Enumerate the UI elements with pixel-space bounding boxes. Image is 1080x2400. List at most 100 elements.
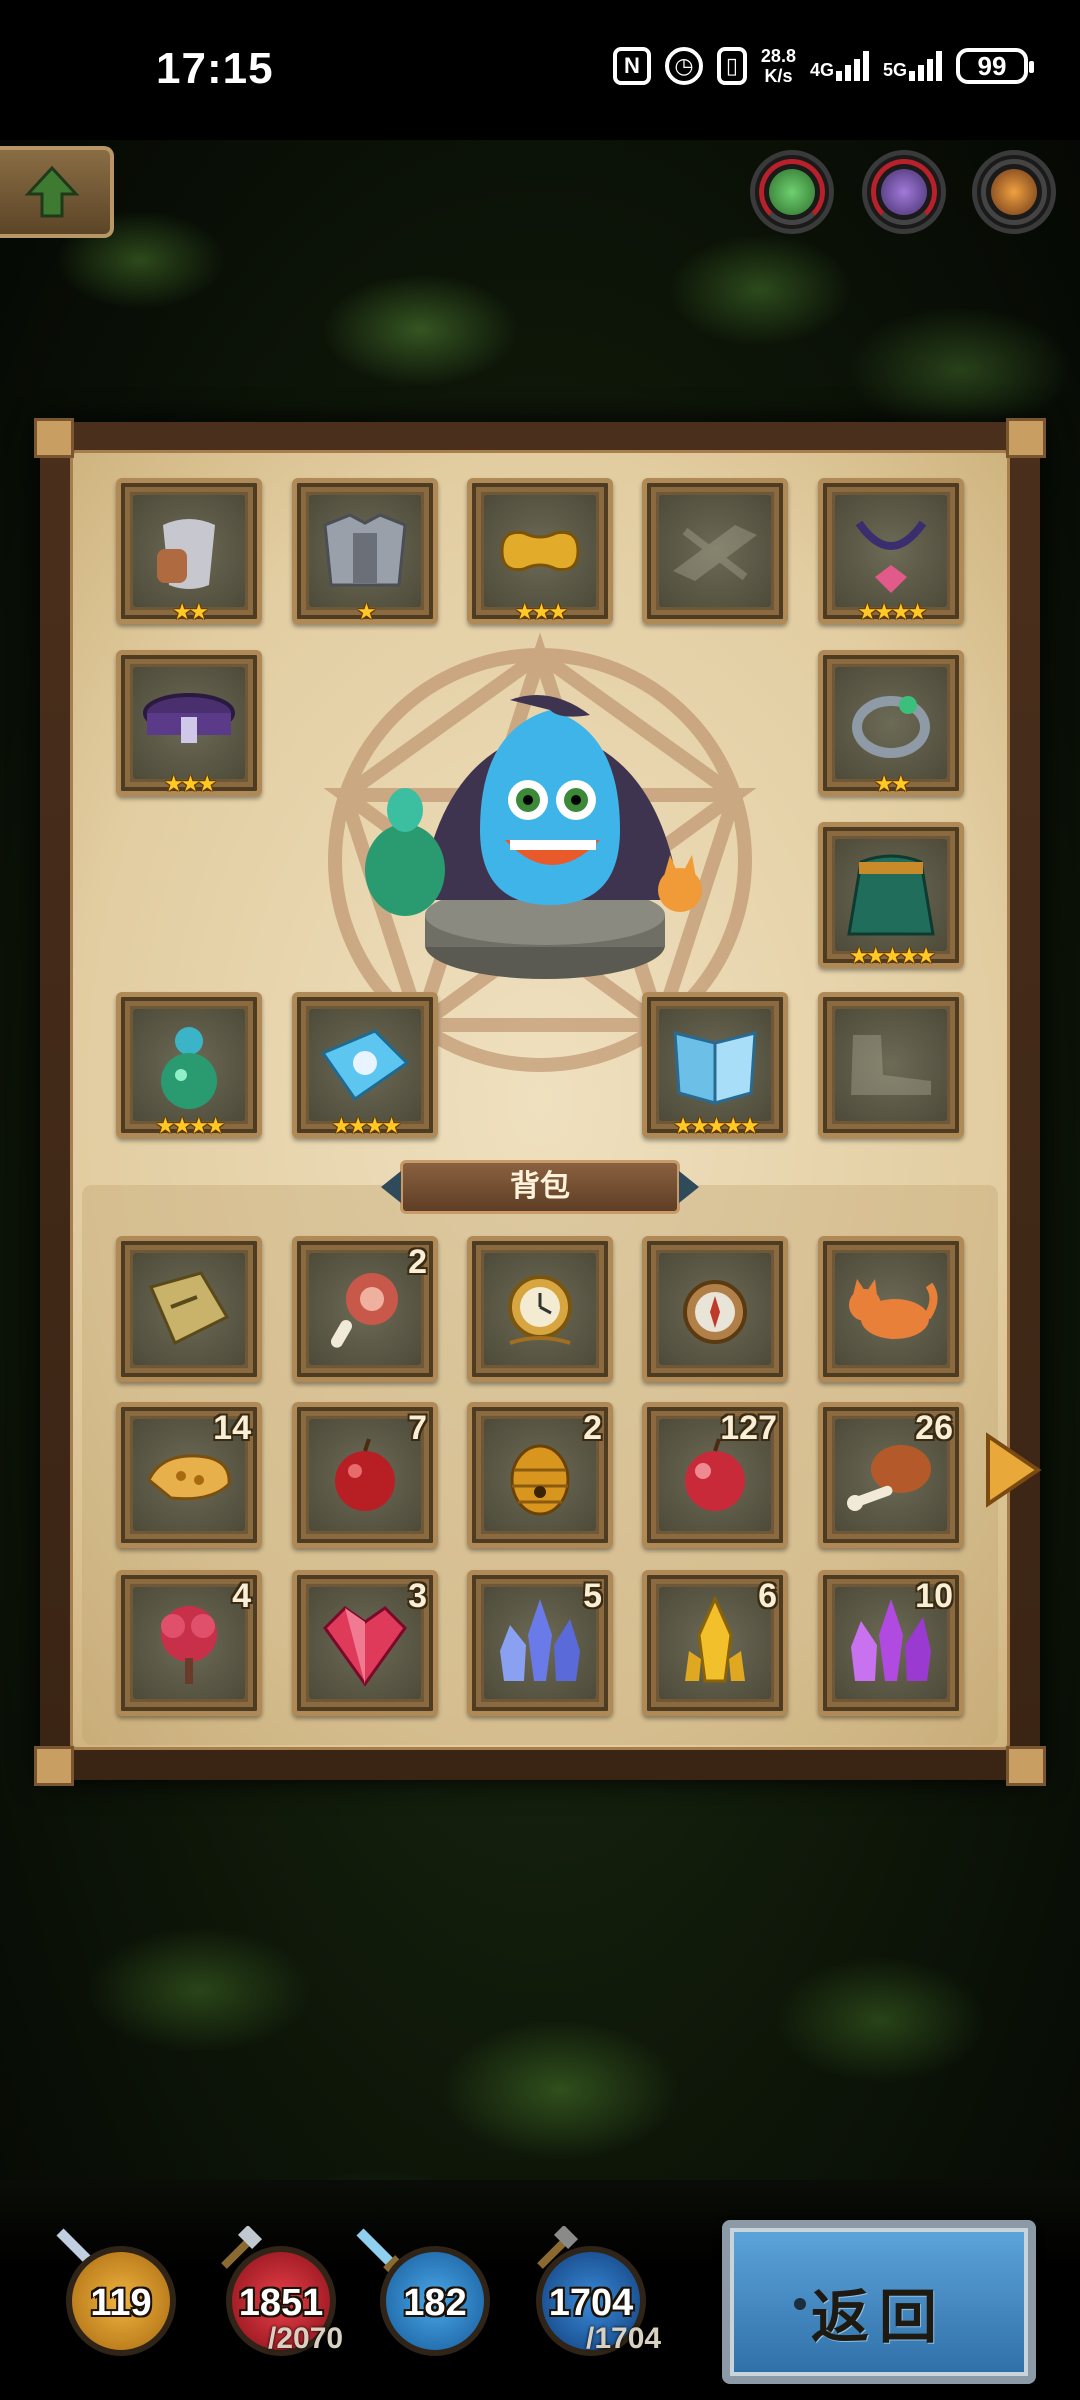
item-count: 26 xyxy=(915,1409,953,1447)
speed-unit: K/s xyxy=(764,66,793,86)
signal-icon xyxy=(909,51,942,81)
item-stars: ★★★ xyxy=(163,771,217,796)
backpack-slot[interactable]: 7 xyxy=(292,1402,438,1548)
item-count: 10 xyxy=(915,1577,953,1615)
attack-value: 119 xyxy=(90,2282,152,2324)
magic-stat: 182 xyxy=(380,2246,490,2356)
gold-crystal-icon xyxy=(685,1595,745,1683)
honeycomb-icon xyxy=(147,1454,231,1501)
item-stars: ★★★★★ xyxy=(849,943,936,968)
health-max: /2070 xyxy=(268,2322,344,2355)
item-stars: ★★★★ xyxy=(331,1113,402,1138)
armor-icon xyxy=(323,513,407,587)
item-count: 14 xyxy=(213,1409,251,1447)
backpack-slot[interactable]: 2 xyxy=(467,1402,613,1548)
up-button[interactable] xyxy=(0,146,114,238)
map-scroll-icon xyxy=(320,1029,410,1102)
belt-icon xyxy=(143,693,235,743)
bracers-icon xyxy=(157,519,215,589)
blue-crystal-icon xyxy=(500,1599,580,1681)
up-arrow-icon xyxy=(24,165,80,218)
team-portrait-2[interactable] xyxy=(862,150,946,234)
pocket-watch-icon xyxy=(508,1275,572,1345)
status-bar: 17:15 N ◷ ▯ 28.8 K/s 4G 5G 99 xyxy=(0,0,1080,140)
ring-icon xyxy=(852,696,930,758)
equipment-slot[interactable]: ★ xyxy=(292,478,438,624)
equipment-slot[interactable]: ★★★★★ xyxy=(818,822,964,968)
item-count: 5 xyxy=(583,1577,602,1615)
equipment-slot[interactable]: ★★ xyxy=(116,478,262,624)
equipment-slot-empty[interactable] xyxy=(642,478,788,624)
backpack-slot[interactable] xyxy=(467,1236,613,1382)
cat-figurine-icon xyxy=(849,1279,938,1339)
item-stars: ★★★★★ xyxy=(673,1113,760,1138)
back-button-label: 返回 xyxy=(810,2285,947,2350)
next-arrow-icon[interactable] xyxy=(982,1430,1044,1510)
network-speed: 28.8 K/s xyxy=(761,46,796,86)
red-apple-icon xyxy=(335,1438,395,1511)
orange-monster-avatar xyxy=(991,169,1037,215)
health-value: 1851 xyxy=(238,2282,324,2324)
item-count: 2 xyxy=(583,1409,602,1447)
necklace-icon xyxy=(855,520,927,593)
signal-icon xyxy=(835,51,869,81)
team-portrait-1[interactable] xyxy=(750,150,834,234)
equipment-slot[interactable]: ★★★★★ xyxy=(642,992,788,1138)
equipment-slot[interactable]: ★★ xyxy=(818,650,964,796)
mana-max: /1704 xyxy=(586,2322,662,2355)
panel-corner xyxy=(1006,418,1046,458)
attack-stat: 119 xyxy=(66,2246,176,2356)
potion-gourd-icon xyxy=(161,1027,217,1109)
item-count: 127 xyxy=(720,1409,777,1447)
battery-icon: 99 xyxy=(956,48,1034,84)
equipment-slot-empty[interactable] xyxy=(818,992,964,1138)
item-count: 7 xyxy=(408,1409,427,1447)
equipment-slot[interactable]: ★★★★ xyxy=(292,992,438,1138)
equipment-slot[interactable]: ★★★ xyxy=(116,650,262,796)
speed-value: 28.8 xyxy=(760,46,796,66)
backpack-slot[interactable] xyxy=(642,1236,788,1382)
cloak-icon xyxy=(847,854,935,936)
equipment-slot[interactable]: ★★★★ xyxy=(116,992,262,1138)
item-count: 3 xyxy=(408,1577,427,1615)
treasure-map-icon xyxy=(148,1271,230,1346)
back-button[interactable]: 返回 xyxy=(722,2220,1036,2384)
compass-icon xyxy=(683,1280,747,1344)
team-portrait-3[interactable] xyxy=(972,150,1056,234)
backpack-slot[interactable]: 5 xyxy=(467,1570,613,1716)
magic-value: 182 xyxy=(403,2282,467,2324)
backpack-slot[interactable]: 10 xyxy=(818,1570,964,1716)
backpack-slot[interactable]: 26 xyxy=(818,1402,964,1548)
backpack-slot[interactable]: 6 xyxy=(642,1570,788,1716)
backpack-slot[interactable]: 3 xyxy=(292,1570,438,1716)
signal-4g: 4G xyxy=(810,51,869,81)
backpack-slot[interactable]: 14 xyxy=(116,1402,262,1548)
item-count: 6 xyxy=(758,1577,777,1615)
item-stars: ★★★★ xyxy=(155,1113,226,1138)
backpack-slot[interactable]: 127 xyxy=(642,1402,788,1548)
gold-bracelet-icon xyxy=(500,530,580,572)
backpack-slot[interactable]: 2 xyxy=(292,1236,438,1382)
item-stars: ★★★ xyxy=(514,599,568,624)
net1-label: 4G xyxy=(809,60,834,80)
red-crystal-icon xyxy=(323,1606,407,1687)
nfc-icon: N xyxy=(612,47,651,85)
panel-corner xyxy=(34,418,74,458)
red-flower-icon xyxy=(161,1606,217,1684)
backpack-slot[interactable] xyxy=(818,1236,964,1382)
item-stars: ★ xyxy=(356,599,377,624)
item-stars: ★★ xyxy=(874,771,910,796)
status-icons: N ◷ ▯ 28.8 K/s 4G 5G 99 xyxy=(612,46,1034,86)
backpack-title: 背包 xyxy=(381,1160,699,1214)
backpack-slot[interactable]: 4 xyxy=(116,1570,262,1716)
equipment-slot[interactable]: ★★★ xyxy=(467,478,613,624)
spellbook-icon xyxy=(673,1031,757,1105)
beehive-icon xyxy=(510,1444,570,1516)
green-monster-avatar xyxy=(769,169,815,215)
crossbow-icon xyxy=(673,525,757,581)
panel-corner xyxy=(1006,1746,1046,1786)
equipment-slot[interactable]: ★★★★ xyxy=(818,478,964,624)
boots-icon xyxy=(851,1035,931,1095)
backpack-slot[interactable] xyxy=(116,1236,262,1382)
item-count: 2 xyxy=(408,1243,427,1281)
